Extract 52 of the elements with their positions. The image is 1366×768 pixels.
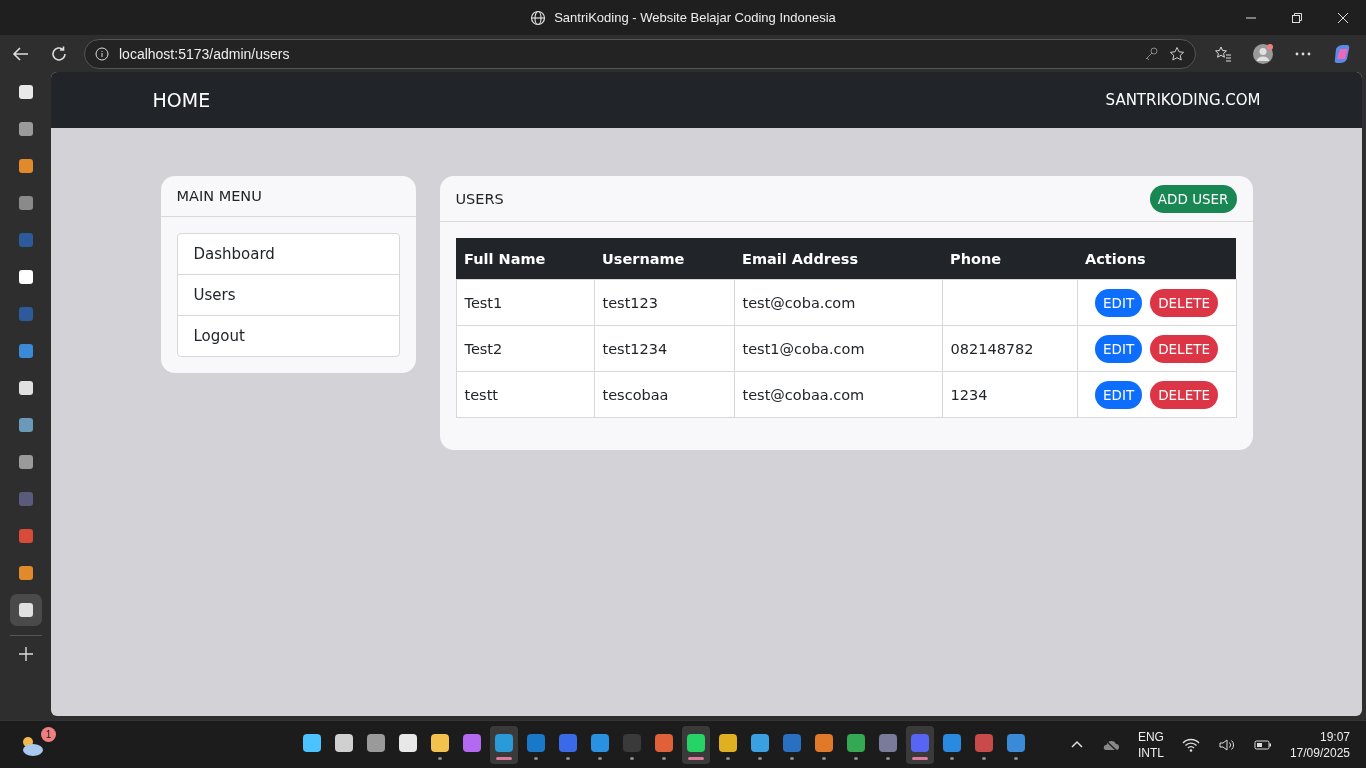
table-cell: test123 <box>602 294 659 311</box>
card-title: USERS <box>455 190 504 207</box>
close-icon[interactable] <box>1338 12 1348 23</box>
star-icon[interactable] <box>1169 45 1185 62</box>
edit-button[interactable]: EDIT <box>1095 288 1143 317</box>
add-user-button[interactable]: ADD USER <box>1149 184 1237 213</box>
table-cell: tescobaa <box>602 386 669 403</box>
menu-item[interactable]: Logout <box>177 316 399 356</box>
delete-button[interactable]: DELETE <box>1150 334 1218 363</box>
column-header: Full Name <box>456 238 594 280</box>
table-cell: test@cobaa.com <box>742 386 865 403</box>
edit-button[interactable]: EDIT <box>1095 334 1143 363</box>
taskbar-app-button[interactable] <box>906 725 934 764</box>
table-cell: 082148782 <box>950 340 1034 357</box>
delete-button[interactable]: DELETE <box>1150 380 1218 409</box>
table-cell: test@coba.com <box>742 294 856 311</box>
back-arrow-icon[interactable] <box>12 44 30 63</box>
language-label[interactable]: ENG <box>1137 728 1164 745</box>
taskbar-app-button[interactable] <box>682 725 710 764</box>
table-cell: test1234 <box>602 340 668 357</box>
taskbar-app-button[interactable] <box>490 725 518 764</box>
clock-time[interactable]: 19:07 <box>1319 728 1350 745</box>
edit-button[interactable]: EDIT <box>1095 380 1143 409</box>
table-cell: test1@coba.com <box>742 340 865 357</box>
notification-badge: 1 <box>41 726 56 742</box>
globe-icon <box>530 9 547 26</box>
column-header: Email Address <box>734 238 942 280</box>
key-icon[interactable] <box>1143 45 1159 62</box>
card-title: MAIN MENU <box>176 188 262 204</box>
table-cell: Test1 <box>464 294 503 311</box>
menu-item[interactable]: Dashboard <box>177 234 399 275</box>
keyboard-layout-label[interactable]: INTL <box>1137 744 1164 761</box>
clock-date[interactable]: 17/09/2025 <box>1289 744 1350 761</box>
restore-icon[interactable] <box>1292 12 1302 23</box>
menu-item[interactable]: Users <box>177 275 399 316</box>
table-cell: 1234 <box>950 386 988 403</box>
column-header: Actions <box>1077 238 1236 280</box>
delete-button[interactable]: DELETE <box>1150 288 1218 317</box>
plus-icon[interactable] <box>16 645 35 663</box>
favorites-icon[interactable] <box>1214 44 1232 63</box>
info-icon <box>95 46 109 61</box>
address-bar[interactable]: localhost:5173/admin/users <box>84 38 1196 69</box>
profile-avatar-icon[interactable] <box>1252 42 1274 65</box>
home-link[interactable]: HOME <box>152 89 211 111</box>
site-link[interactable]: SANTRIKODING.COM <box>1105 91 1261 109</box>
table-cell: testt <box>464 386 499 403</box>
column-header: Phone <box>942 238 1077 280</box>
column-header: Username <box>594 238 734 280</box>
vertical-tab[interactable] <box>9 594 42 626</box>
table-cell: Test2 <box>464 340 503 357</box>
window-title: SantriKoding - Website Belajar Coding Indonesia <box>554 10 836 25</box>
refresh-icon[interactable] <box>50 44 68 63</box>
